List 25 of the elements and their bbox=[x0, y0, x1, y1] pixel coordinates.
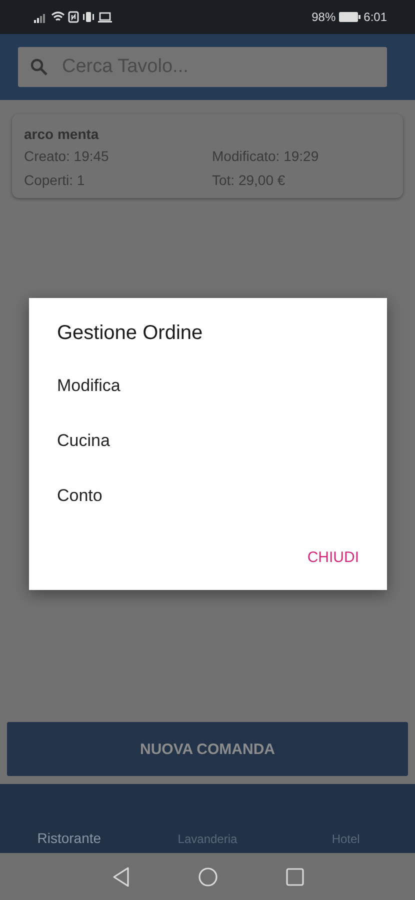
home-icon[interactable] bbox=[198, 866, 218, 886]
vibrate-icon bbox=[82, 11, 95, 23]
tab[interactable]: Lavanderia bbox=[138, 831, 277, 847]
dialog-option[interactable]: Cucina bbox=[57, 430, 359, 485]
tab[interactable]: Hotel bbox=[276, 831, 415, 847]
order-total: Tot: 29,00 € bbox=[212, 172, 286, 188]
signal-icon bbox=[34, 12, 48, 22]
nfc-icon bbox=[68, 11, 79, 23]
battery-icon bbox=[338, 12, 361, 22]
new-order-button[interactable]: NUOVA COMANDA bbox=[7, 722, 408, 776]
dialog-option[interactable]: Conto bbox=[57, 485, 359, 540]
back-icon[interactable] bbox=[112, 866, 130, 886]
close-button[interactable]: CHIUDI bbox=[307, 545, 359, 570]
order-name: arco menta bbox=[24, 126, 100, 142]
recents-icon[interactable] bbox=[286, 868, 304, 886]
dialog-title: Gestione Ordine bbox=[57, 322, 204, 345]
clock: 6:01 bbox=[364, 10, 387, 24]
dialog-option[interactable]: Modifica bbox=[57, 375, 359, 430]
modified-time: Modificato: 19:29 bbox=[212, 148, 320, 164]
laptop-icon bbox=[98, 12, 112, 22]
tab[interactable]: Ristorante bbox=[0, 829, 138, 847]
created-time: Creato: 19:45 bbox=[24, 148, 110, 164]
battery-percent: 98% bbox=[312, 10, 336, 24]
wifi-icon bbox=[51, 11, 65, 23]
search-icon bbox=[30, 58, 48, 76]
